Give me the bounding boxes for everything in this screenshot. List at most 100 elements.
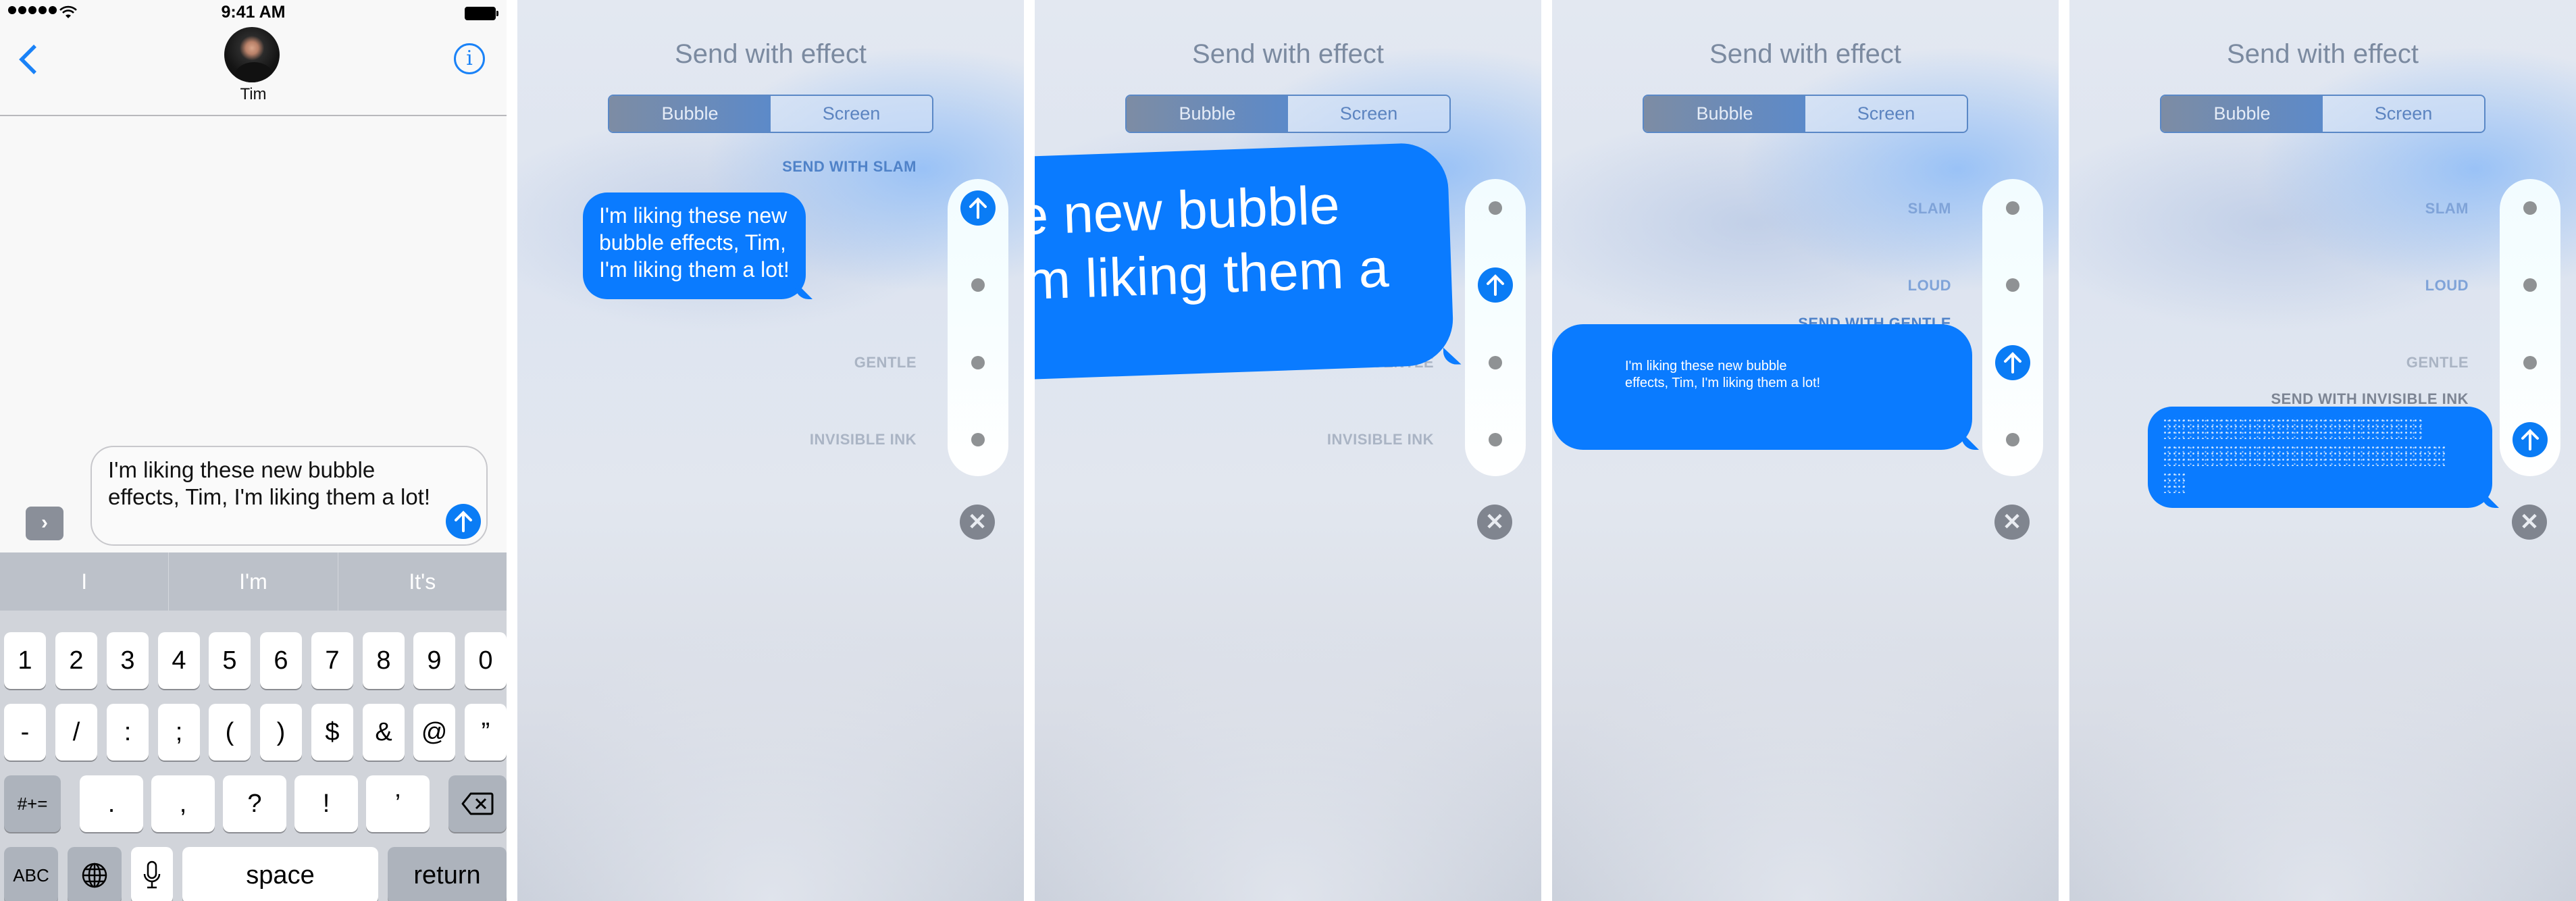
message-bubble-small-text: I'm liking these new bubble effects, Tim… xyxy=(1552,324,1972,450)
send-with-slam-button[interactable] xyxy=(960,190,996,226)
key[interactable]: @ xyxy=(413,704,455,761)
close-button[interactable]: ✕ xyxy=(1477,505,1512,540)
close-button[interactable]: ✕ xyxy=(960,505,995,540)
arrow-up-icon xyxy=(1487,274,1504,296)
suggestion[interactable]: It's xyxy=(338,552,507,611)
key[interactable]: 2 xyxy=(55,632,97,689)
close-button[interactable]: ✕ xyxy=(2512,505,2547,540)
key[interactable]: 8 xyxy=(363,632,405,689)
key[interactable]: & xyxy=(363,704,405,761)
compose-screen: 9:41 AM Tim i › I'm liking these new bub… xyxy=(0,0,507,901)
effect-option-gentle[interactable] xyxy=(971,356,985,369)
effect-option-loud-label[interactable]: LOUD xyxy=(1908,277,1951,294)
close-icon: ✕ xyxy=(1485,509,1505,535)
key[interactable]: 4 xyxy=(158,632,200,689)
effect-option-gentle[interactable] xyxy=(1489,356,1502,369)
tab-screen[interactable]: Screen xyxy=(2323,96,2484,132)
effect-option-invisible-ink-label[interactable]: INVISIBLE INK xyxy=(810,431,917,448)
delete-key[interactable] xyxy=(448,775,507,832)
key[interactable]: : xyxy=(107,704,149,761)
key[interactable]: - xyxy=(4,704,46,761)
key[interactable]: ’ xyxy=(366,775,430,832)
symbols-key[interactable]: #+= xyxy=(4,775,61,832)
invisible-ink-particles xyxy=(2163,471,2187,493)
effect-option-gentle-label[interactable]: GENTLE xyxy=(2406,354,2469,371)
message-input[interactable]: I'm liking these new bubble effects, Tim… xyxy=(91,446,488,546)
suggestion[interactable]: I'm xyxy=(169,552,338,611)
key[interactable]: , xyxy=(151,775,215,832)
key[interactable]: 5 xyxy=(209,632,251,689)
close-icon: ✕ xyxy=(967,509,987,535)
space-key[interactable]: space xyxy=(182,847,378,901)
key[interactable]: ) xyxy=(260,704,302,761)
key[interactable]: $ xyxy=(311,704,353,761)
send-with-gentle-button[interactable] xyxy=(1995,345,2030,380)
effect-option-loud[interactable] xyxy=(2006,278,2019,292)
tab-bubble[interactable]: Bubble xyxy=(1127,96,1288,132)
microphone-icon xyxy=(143,860,161,889)
apps-expand-button[interactable]: › xyxy=(26,507,63,540)
key[interactable]: ? xyxy=(223,775,286,832)
key[interactable]: ; xyxy=(158,704,200,761)
tab-bubble[interactable]: Bubble xyxy=(2161,96,2323,132)
send-with-loud-button[interactable] xyxy=(1478,267,1513,303)
message-input-text[interactable]: I'm liking these new bubble effects, Tim… xyxy=(108,457,432,511)
key[interactable]: 3 xyxy=(107,632,149,689)
effect-option-gentle-label[interactable]: GENTLE xyxy=(854,354,917,371)
effect-option-loud[interactable] xyxy=(971,278,985,292)
key[interactable]: / xyxy=(55,704,97,761)
globe-key[interactable] xyxy=(68,847,122,901)
effect-slider-track[interactable] xyxy=(1982,179,2043,476)
key[interactable]: 7 xyxy=(311,632,353,689)
key[interactable]: . xyxy=(80,775,143,832)
effect-option-invisible-ink[interactable] xyxy=(971,433,985,446)
effect-option-loud-label[interactable]: LOUD xyxy=(2425,277,2469,294)
tab-screen[interactable]: Screen xyxy=(771,96,932,132)
effect-option-gentle[interactable] xyxy=(2523,356,2537,369)
key[interactable]: 6 xyxy=(260,632,302,689)
status-bar: 9:41 AM xyxy=(0,0,507,27)
close-button[interactable]: ✕ xyxy=(1994,505,2030,540)
abc-key[interactable]: ABC xyxy=(4,847,58,901)
effect-option-slam-label[interactable]: SLAM xyxy=(2425,200,2469,217)
contact-avatar[interactable] xyxy=(224,27,280,82)
tab-screen[interactable]: Screen xyxy=(1288,96,1449,132)
effect-option-invisible-ink[interactable] xyxy=(1489,433,1502,446)
tab-bubble[interactable]: Bubble xyxy=(609,96,771,132)
effect-option-loud[interactable] xyxy=(2523,278,2537,292)
key[interactable]: ” xyxy=(465,704,507,761)
arrow-up-icon xyxy=(969,197,987,219)
message-bubble-invisible-ink xyxy=(2148,407,2492,508)
dictation-key[interactable] xyxy=(131,847,173,901)
contact-name[interactable]: Tim xyxy=(0,85,507,104)
effect-slider-track[interactable] xyxy=(2500,179,2560,476)
key[interactable]: 1 xyxy=(4,632,46,689)
info-button[interactable]: i xyxy=(454,43,485,74)
invisible-ink-particles xyxy=(2163,417,2423,439)
tab-bubble[interactable]: Bubble xyxy=(1644,96,1805,132)
effect-option-invisible-ink-label[interactable]: INVISIBLE INK xyxy=(1327,431,1434,448)
tab-screen[interactable]: Screen xyxy=(1805,96,1967,132)
suggestion[interactable]: I xyxy=(0,552,170,611)
key[interactable]: 9 xyxy=(413,632,455,689)
key[interactable]: ! xyxy=(294,775,358,832)
send-button[interactable] xyxy=(446,504,481,539)
effect-slider-track[interactable] xyxy=(948,179,1008,476)
send-with-invisible-ink-button[interactable] xyxy=(2513,422,2548,457)
key[interactable]: ( xyxy=(209,704,251,761)
selected-effect-label: SEND WITH INVISIBLE INK xyxy=(2271,390,2469,407)
key[interactable]: 0 xyxy=(465,632,507,689)
effect-option-invisible-ink[interactable] xyxy=(2006,433,2019,446)
close-icon: ✕ xyxy=(2002,509,2022,535)
message-bubble-text: I'm liking these new bubble effects, Tim… xyxy=(599,203,790,282)
effect-option-slam[interactable] xyxy=(1489,201,1502,215)
return-key[interactable]: return xyxy=(388,847,507,901)
back-button[interactable] xyxy=(15,42,42,77)
effect-option-slam[interactable] xyxy=(2523,201,2537,215)
effect-slider-track[interactable] xyxy=(1465,179,1526,476)
arrow-up-icon xyxy=(2004,352,2021,374)
effect-option-slam-label[interactable]: SLAM xyxy=(1908,200,1951,217)
arrow-up-icon xyxy=(2521,429,2539,450)
message-bubble-text: I'm liking these new bubble effects, Tim… xyxy=(1035,174,1390,322)
effect-option-slam[interactable] xyxy=(2006,201,2019,215)
